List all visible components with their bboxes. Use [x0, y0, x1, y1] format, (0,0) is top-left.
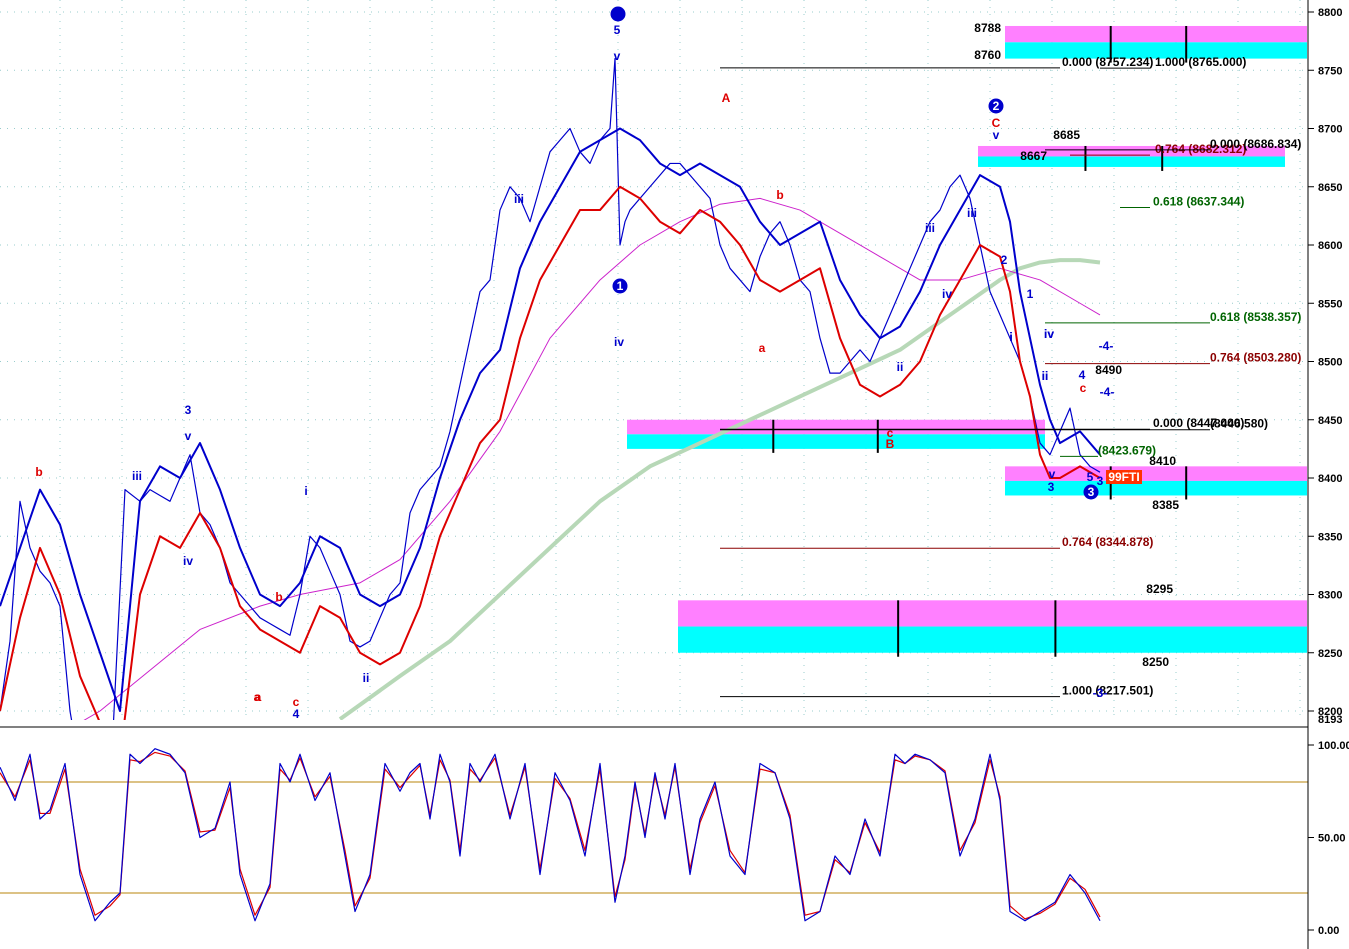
fib-label: 0.000 (8686.834) — [1210, 137, 1301, 151]
wave-label: 1 — [1027, 287, 1034, 301]
y-tick-label: 8750 — [1318, 65, 1342, 77]
y-tick-label: 8500 — [1318, 357, 1342, 369]
y-tick-label: 8300 — [1318, 590, 1342, 602]
zone-label: 8685 — [1053, 128, 1080, 142]
y-tick-label: 8700 — [1318, 124, 1342, 136]
zone-top-band — [627, 419, 1045, 435]
wave-label: 4 — [1079, 368, 1086, 382]
y-tick-label: 8550 — [1318, 298, 1342, 310]
wave-label: b — [35, 465, 42, 479]
wave-label: 99FTI — [1108, 470, 1139, 484]
y-tick-label: 8350 — [1318, 531, 1342, 543]
wave-label: a — [759, 341, 766, 355]
wave-label: ii — [363, 671, 370, 685]
fib-label: 0.764 (8503.280) — [1210, 351, 1301, 365]
wave-label: -3- — [1093, 686, 1108, 700]
zone-label: 8295 — [1146, 582, 1173, 596]
wave-label: 3 — [1088, 485, 1095, 499]
zone-top-band — [1005, 25, 1307, 43]
wave-label: -4- — [1100, 385, 1115, 399]
wave-label: v — [185, 429, 192, 443]
wave-label: 2 — [1001, 253, 1008, 267]
y-tick-label: 8250 — [1318, 648, 1342, 660]
y-tick-label: 8450 — [1318, 415, 1342, 427]
zone-label: 8760 — [974, 48, 1001, 62]
wave-label: ii — [897, 360, 904, 374]
zone-label: 8385 — [1152, 498, 1179, 512]
wave-label: iii — [925, 221, 935, 235]
y-tick-label: 8650 — [1318, 182, 1342, 194]
wave-label: b — [776, 188, 783, 202]
fib-label: 0.000 (8757.234) — [1062, 55, 1153, 69]
wave-label: iv — [1044, 327, 1054, 341]
zone-label: 8667 — [1020, 149, 1047, 163]
wave-label: iii — [132, 469, 142, 483]
wave-label: i — [1009, 330, 1012, 344]
wave-label: 5 — [614, 23, 621, 37]
wave-label: v — [614, 49, 621, 63]
zone-label: 8788 — [974, 21, 1001, 35]
wave-label: iv — [942, 287, 952, 301]
wave-label: B — [886, 437, 895, 451]
osc-y-tick-label: 100.00 — [1318, 740, 1349, 752]
wave-label: v — [1049, 467, 1056, 481]
osc-y-tick-label: 0.00 — [1318, 925, 1339, 937]
fib-label: (8446.580) — [1210, 417, 1268, 431]
y-bottom-label: 8193 — [1318, 714, 1342, 726]
wave-label: A — [722, 91, 731, 105]
wave-label: iii — [514, 192, 524, 206]
wave-circle-top — [610, 6, 626, 22]
wave-label: 5 — [1087, 470, 1094, 484]
wave-label: a — [255, 690, 262, 704]
zone-label: 8250 — [1142, 655, 1169, 669]
y-tick-label: 8800 — [1318, 7, 1342, 19]
zone-bottom-band — [678, 626, 1307, 653]
zone-label: 8490 — [1095, 363, 1122, 377]
wave-label: c — [1080, 381, 1087, 395]
wave-label: 3 — [185, 403, 192, 417]
wave-label: -4- — [1099, 339, 1114, 353]
wave-label: 3 — [1048, 480, 1055, 494]
wave-label: iv — [614, 335, 624, 349]
fib-label: (8423.679) — [1098, 443, 1156, 457]
fib-label: 1.000 (8217.501) — [1062, 684, 1153, 698]
fib-label: 0.764 (8344.878) — [1062, 535, 1153, 549]
wave-label: 4 — [293, 707, 300, 721]
zone-top-band — [678, 600, 1307, 627]
chart-canvas: 0.000 (8757.234) 1.000 (8765.000) 0.764 (8… — [0, 0, 1349, 949]
osc-y-tick-label: 50.00 — [1318, 833, 1346, 845]
wave-label: iii — [967, 206, 977, 220]
wave-label: ii — [1042, 369, 1049, 383]
wave-label: 2 — [993, 99, 1000, 113]
fib-label: 0.618 (8637.344) — [1153, 194, 1244, 208]
wave-label: i — [304, 484, 307, 498]
wave-label: iv — [183, 554, 193, 568]
wave-label: b — [275, 590, 282, 604]
wave-label: 1 — [617, 279, 624, 293]
fib-label: 1.000 (8765.000) — [1155, 55, 1246, 69]
zone-label: 8410 — [1149, 454, 1176, 468]
fib-label: 0.618 (8538.357) — [1210, 310, 1301, 324]
y-tick-label: 8600 — [1318, 240, 1342, 252]
y-tick-label: 8400 — [1318, 473, 1342, 485]
wave-label: v — [993, 128, 1000, 142]
wave-label: 3 — [1097, 474, 1104, 488]
